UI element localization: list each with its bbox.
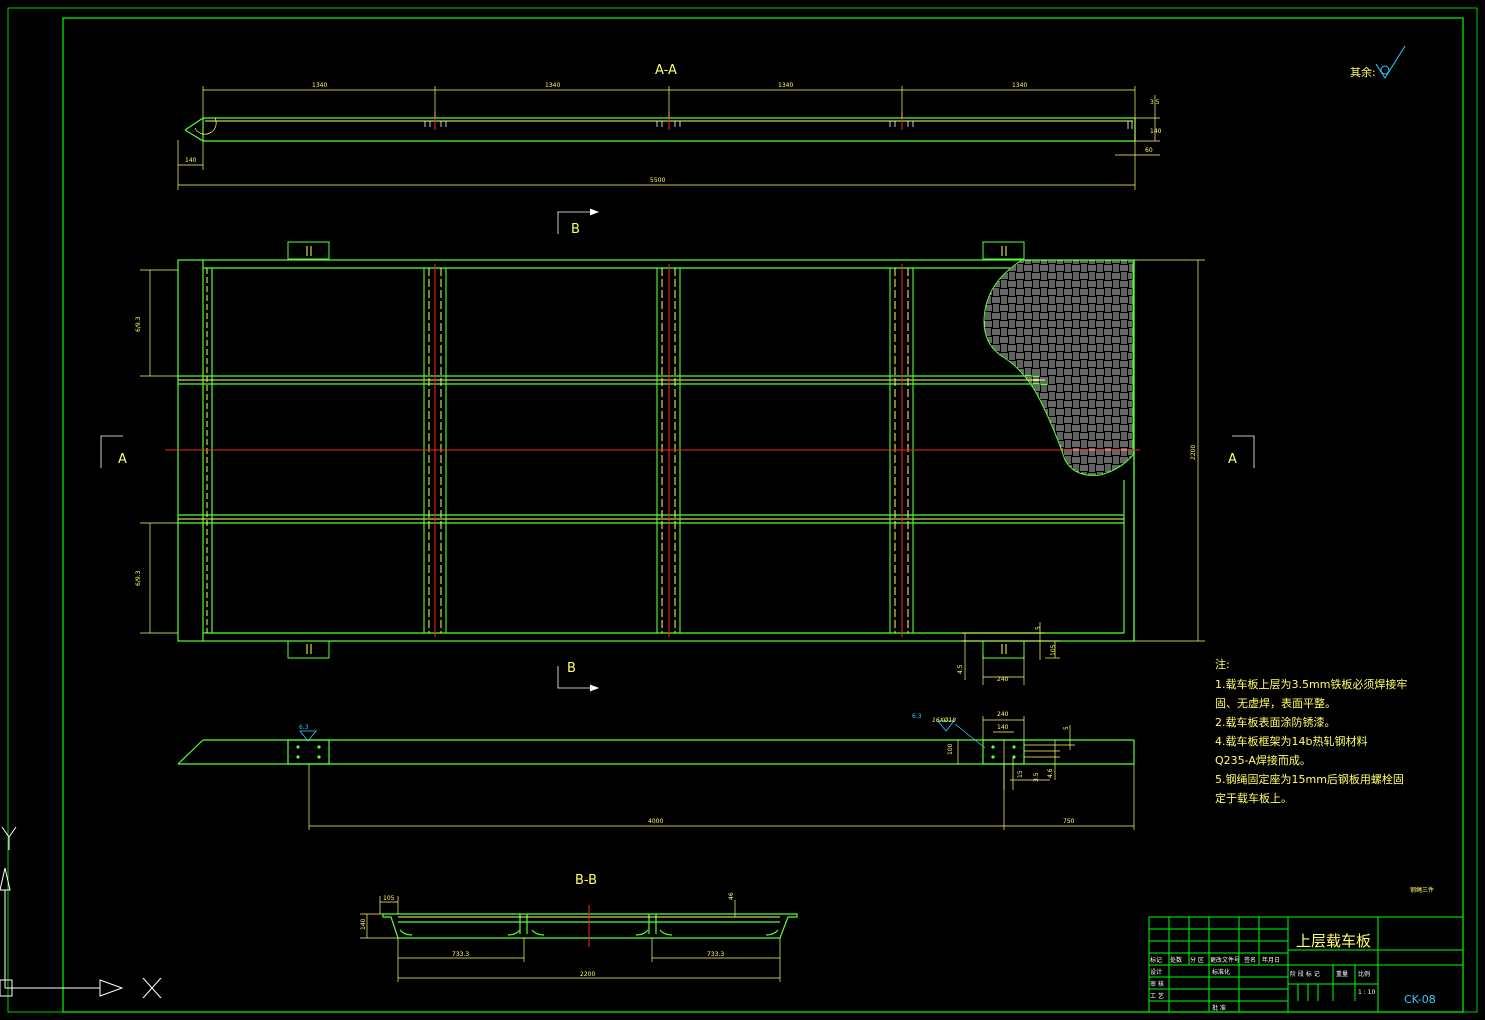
note-line-6: 5.钢绳固定座为15mm后钢板用螺栓固 [1215,772,1404,786]
tb-cell-stage: 阶 段 标 记 [1290,970,1320,978]
section-a-label-right: A [1228,452,1237,467]
tb-cell-approve: 批 准 [1212,1004,1226,1012]
side-length-a: 4000 [648,818,663,825]
plan-detail-dim-3: 4.5 [957,664,964,674]
section-b-label-top: B [571,222,580,237]
side-length-b: 750 [1063,818,1075,825]
weld-left-label: 6.3 [299,724,309,731]
aa-spacing-3: 1340 [778,82,793,89]
roughness-label: 其余: [1350,65,1376,79]
tb-cell-scale: 比例 [1358,970,1370,978]
side-dim-15: 15 [1017,770,1024,778]
tb-cell-process: 工 艺 [1150,992,1164,1000]
aa-spacing-1: 1340 [312,82,327,89]
aa-right-offset: 60 [1145,147,1153,154]
side-dim-240: 240 [997,711,1009,718]
cad-drawing: A-A 1340 1340 1340 1340 5500 140 60 3.5 … [0,7,1478,1013]
technical-notes: 注: 1.载车板上层为3.5mm铁板必须焊接牢 固、无虚焊，表面平整。 2.载车… [1215,657,1407,805]
note-line-7: 定于载车板上。 [1215,791,1292,805]
aa-height-total: 140 [1150,128,1162,135]
bolt-spec: 16XØ18 [932,717,956,724]
tb-cell-mark: 标记 [1150,956,1162,964]
tb-cell-date: 年月日 [1262,956,1280,964]
section-b-label-bottom: B [567,661,576,676]
tb-cell-design: 设计 [1150,968,1162,976]
section-aa-view: A-A 1340 1340 1340 1340 5500 140 60 3.5 … [177,63,1162,190]
aa-overall-length: 5500 [650,177,665,184]
side-dim-5: 5 [1063,726,1070,730]
tb-cell-count: 处数 [1170,956,1182,964]
note-line-1: 1.载车板上层为3.5mm铁板必须焊接牢 [1215,677,1407,691]
drawing-border [7,7,1478,1013]
plan-detail-dim-4: 240 [997,676,1009,683]
tb-cell-zone: 分 区 [1190,956,1204,964]
aa-spacing-4: 1340 [1012,82,1027,89]
tb-cell-review: 审 核 [1150,980,1164,988]
section-aa-title: A-A [655,63,677,78]
section-a-label-left: A [118,452,127,467]
weld-right-label: 6.3 [912,713,922,720]
bb-dim-right-h: 46 [728,892,735,900]
aa-height-top: 3.5 [1150,99,1160,106]
bb-dim-left-h: 140 [360,918,367,930]
tb-cell-weight: 重量 [1336,970,1348,978]
corner-note: 钢绳三件 [1410,886,1434,894]
plan-view: B B A A 6/9.3 6/9.3 2200 5 105 4.5 240 [100,208,1255,692]
checker-plate-hatch [983,259,1134,476]
tb-cell-standard: 标准化 [1212,968,1230,976]
roughness-symbol: 其余: [1350,45,1406,79]
title-block: 标记 处数 分 区 更改文件号 签名 年月日 设计 标准化 阶 段 标 记 重量… [1148,916,1464,1013]
section-bb-title: B-B [575,873,597,888]
plan-left-dim-top: 6/9.3 [135,316,142,332]
plan-detail-dim-2: 105 [1050,644,1057,656]
bb-dim-left-w: 105 [383,895,395,902]
side-dim-4-6: 4.6 [1047,768,1054,778]
note-line-3: 2.载车板表面涂防锈漆。 [1215,715,1336,729]
drawing-number: CK-08 [1404,993,1436,1006]
tb-cell-scale-value: 1 : 10 [1358,989,1375,996]
bb-span-right: 733.3 [707,951,724,958]
plan-right-dim: 2200 [1190,445,1197,460]
ucs-icon [0,826,162,999]
plan-left-dim-bottom: 6/9.3 [135,570,142,586]
aa-spacing-2: 1340 [545,82,560,89]
tb-cell-change: 更改文件号 [1210,956,1240,964]
side-dim-140: 140 [997,724,1009,731]
side-dim-100: 100 [947,743,954,755]
side-dim-3-5: 3.5 [1033,772,1040,782]
notes-heading: 注: [1215,657,1230,671]
note-line-2: 固、无虚焊，表面平整。 [1215,696,1336,710]
tb-cell-sign: 签名 [1244,956,1256,964]
note-line-5: Q235-A焊接而成。 [1215,753,1311,767]
plan-detail-dim-1: 5 [1035,626,1042,630]
bb-total: 2200 [580,971,595,978]
section-bb-view: B-B 105 140 46 733.3 733.3 2200 [360,873,798,982]
bb-span-left: 733.3 [452,951,469,958]
drawing-title: 上层载车板 [1296,932,1371,950]
side-view: 6.3 6.3 16XØ18 240 140 5 15 3.5 4.6 100 … [177,711,1135,830]
aa-left-offset: 140 [185,157,197,164]
note-line-4: 4.载车板框架为14b热轧钢材料 [1215,734,1367,748]
